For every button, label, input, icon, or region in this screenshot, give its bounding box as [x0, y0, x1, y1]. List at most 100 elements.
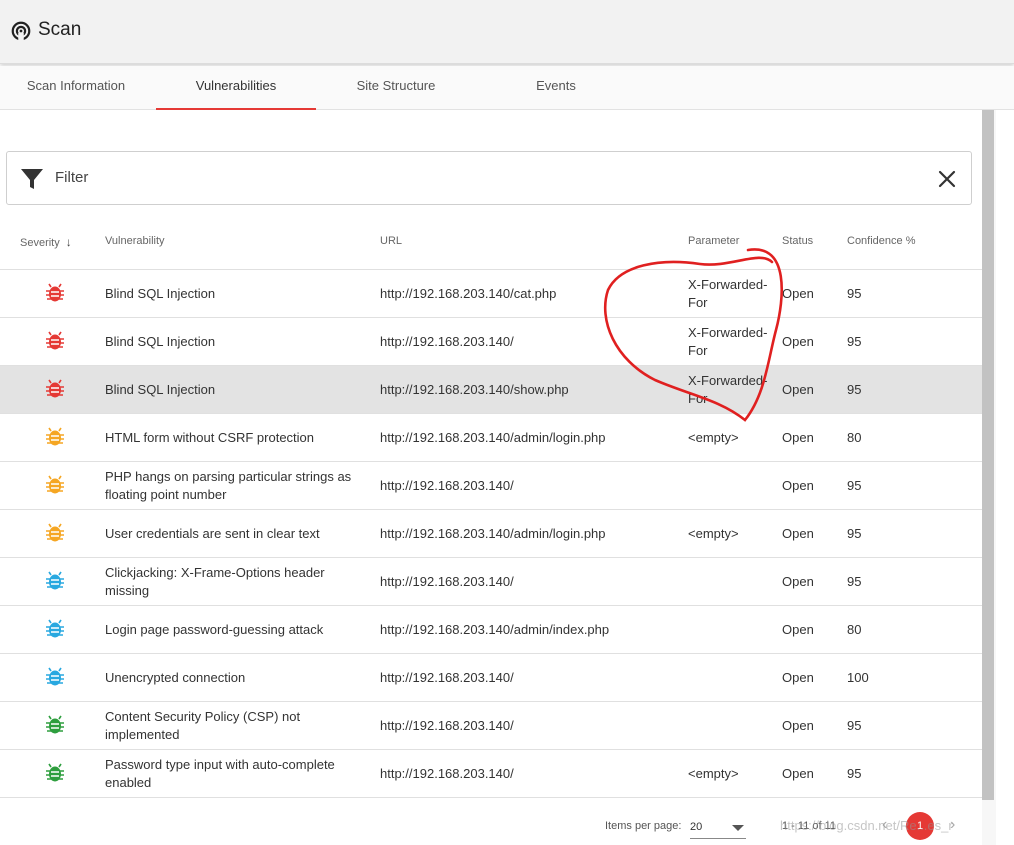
cell-confidence: 95	[847, 574, 862, 589]
cell-status: Open	[782, 718, 814, 733]
cell-url: http://192.168.203.140/show.php	[380, 382, 569, 397]
tab-events[interactable]: Events	[476, 66, 636, 110]
cell-vulnerability: User credentials are sent in clear text	[105, 526, 320, 541]
column-header-status[interactable]: Status	[782, 235, 813, 247]
cell-parameter: <empty>	[688, 430, 739, 445]
table-row[interactable]: User credentials are sent in clear text h…	[0, 510, 982, 558]
bug-medium-severity-icon	[46, 475, 64, 495]
tab-site-structure[interactable]: Site Structure	[316, 66, 476, 110]
column-header-severity[interactable]: Severity ↓	[20, 235, 72, 249]
cell-url: http://192.168.203.140/admin/login.php	[380, 526, 606, 541]
bug-high-severity-icon	[46, 283, 64, 303]
cell-confidence: 95	[847, 526, 862, 541]
cell-vulnerability: Blind SQL Injection	[105, 286, 216, 301]
page-range-label: 1 - 11 of 11	[782, 820, 837, 832]
bug-info-severity-icon	[46, 763, 64, 783]
filter-label: Filter	[55, 169, 89, 186]
cell-vulnerability: Content Security Policy (CSP) not implem…	[105, 709, 301, 742]
cell-confidence: 95	[847, 286, 862, 301]
cell-status: Open	[782, 478, 814, 493]
chevron-down-icon	[732, 825, 744, 831]
close-icon[interactable]	[937, 169, 957, 189]
cell-status: Open	[782, 670, 814, 685]
cell-status: Open	[782, 766, 814, 781]
table-header: Severity ↓ Vulnerability URL Parameter St…	[0, 218, 982, 270]
cell-vulnerability: Clickjacking: X-Frame-Options header mis…	[105, 565, 325, 598]
cell-url: http://192.168.203.140/	[380, 574, 514, 589]
cell-parameter: <empty>	[688, 766, 739, 781]
column-header-confidence[interactable]: Confidence %	[847, 235, 916, 247]
cell-confidence: 95	[847, 766, 862, 781]
cell-url: http://192.168.203.140/	[380, 334, 514, 349]
bug-info-severity-icon	[46, 715, 64, 735]
cell-vulnerability: Blind SQL Injection	[105, 334, 216, 349]
paginator: Items per page: 20 1 - 11 of 11 ‹ 1 ›	[0, 808, 982, 845]
cell-status: Open	[782, 526, 814, 541]
table-row[interactable]: Blind SQL Injection http://192.168.203.14…	[0, 318, 982, 366]
cell-url: http://192.168.203.140/	[380, 766, 514, 781]
cell-status: Open	[782, 574, 814, 589]
bug-medium-severity-icon	[46, 523, 64, 543]
next-page-icon[interactable]: ›	[950, 816, 955, 834]
table-row[interactable]: Login page password-guessing attack http:…	[0, 606, 982, 654]
cell-url: http://192.168.203.140/cat.php	[380, 286, 557, 301]
cell-parameter: X-Forwarded-For	[688, 277, 768, 310]
tab-vulnerabilities[interactable]: Vulnerabilities	[156, 66, 316, 110]
bug-low-severity-icon	[46, 667, 64, 687]
cell-url: http://192.168.203.140/admin/index.php	[380, 622, 610, 637]
table-row[interactable]: Content Security Policy (CSP) not implem…	[0, 702, 982, 750]
cell-status: Open	[782, 430, 814, 445]
bug-high-severity-icon	[46, 331, 64, 351]
column-header-vulnerability[interactable]: Vulnerability	[105, 235, 165, 247]
tab-scan-information[interactable]: Scan Information	[0, 66, 156, 110]
items-per-page-select[interactable]: 20	[690, 817, 746, 839]
cell-vulnerability: Login page password-guessing attack	[105, 622, 324, 637]
vulnerabilities-table: Severity ↓ Vulnerability URL Parameter St…	[0, 218, 982, 798]
scan-radar-icon	[11, 21, 31, 42]
table-row[interactable]: Password type input with auto-complete e…	[0, 750, 982, 798]
cell-parameter: X-Forwarded-For	[688, 373, 768, 406]
cell-vulnerability: Password type input with auto-complete e…	[105, 757, 335, 790]
table-row[interactable]: Clickjacking: X-Frame-Options header mis…	[0, 558, 982, 606]
scrollbar-thumb[interactable]	[982, 110, 994, 800]
previous-page-icon[interactable]: ‹	[882, 816, 887, 834]
cell-vulnerability: Unencrypted connection	[105, 670, 246, 685]
bug-low-severity-icon	[46, 619, 64, 639]
cell-parameter: X-Forwarded-For	[688, 325, 768, 358]
bug-high-severity-icon	[46, 379, 64, 399]
cell-confidence: 95	[847, 382, 862, 397]
table-row[interactable]: PHP hangs on parsing particular strings …	[0, 462, 982, 510]
bug-low-severity-icon	[46, 571, 64, 591]
items-per-page-label: Items per page:	[605, 820, 682, 832]
cell-confidence: 95	[847, 334, 862, 349]
cell-confidence: 95	[847, 718, 862, 733]
cell-url: http://192.168.203.140/	[380, 670, 514, 685]
cell-confidence: 80	[847, 622, 862, 637]
cell-url: http://192.168.203.140/	[380, 478, 514, 493]
cell-vulnerability: Blind SQL Injection	[105, 382, 216, 397]
table-row[interactable]: Blind SQL Injection http://192.168.203.14…	[0, 270, 982, 318]
funnel-icon	[21, 169, 43, 189]
items-per-page-value: 20	[690, 821, 703, 833]
bug-medium-severity-icon	[46, 427, 64, 447]
cell-url: http://192.168.203.140/	[380, 718, 514, 733]
table-row[interactable]: HTML form without CSRF protection http://…	[0, 414, 982, 462]
cell-vulnerability: PHP hangs on parsing particular strings …	[105, 469, 352, 502]
cell-status: Open	[782, 286, 814, 301]
column-header-parameter[interactable]: Parameter	[688, 235, 739, 247]
column-header-url[interactable]: URL	[380, 235, 402, 247]
cell-status: Open	[782, 622, 814, 637]
table-row[interactable]: Blind SQL Injection http://192.168.203.14…	[0, 366, 982, 414]
cell-status: Open	[782, 382, 814, 397]
cell-url: http://192.168.203.140/admin/login.php	[380, 430, 606, 445]
right-gutter	[996, 110, 1014, 845]
cell-parameter: <empty>	[688, 526, 739, 541]
cell-status: Open	[782, 334, 814, 349]
filter-bar[interactable]: Filter	[6, 151, 972, 205]
table-row[interactable]: Unencrypted connection http://192.168.203…	[0, 654, 982, 702]
cell-vulnerability: HTML form without CSRF protection	[105, 430, 315, 445]
tab-bar: Scan Information Vulnerabilities Site St…	[0, 66, 1014, 110]
sort-descending-icon[interactable]: ↓	[66, 235, 72, 249]
column-header-severity-label: Severity	[20, 237, 60, 249]
cell-confidence: 80	[847, 430, 862, 445]
